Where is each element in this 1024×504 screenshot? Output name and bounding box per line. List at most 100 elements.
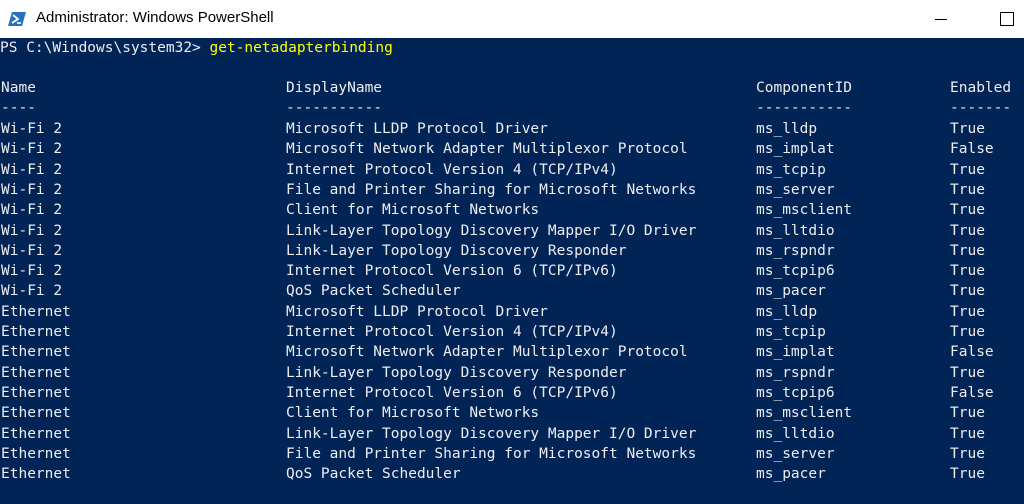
prompt-line: PS C:\Windows\system32> get-netadapterbi… <box>0 38 393 58</box>
cell-name: Ethernet <box>1 344 71 361</box>
table-row: Ethernet Internet Protocol Version 4 (TCP… <box>0 322 1024 342</box>
cell-enabled: True <box>950 121 985 137</box>
cell-display-name: Link-Layer Topology Discovery Responder <box>286 242 627 259</box>
cell-enabled: False <box>950 384 994 401</box>
powershell-icon <box>8 12 26 26</box>
cell-component-id: ms_rspndr <box>756 364 835 381</box>
cell-component-id: ms_implat <box>756 344 835 361</box>
header-row: Name DisplayName ComponentID Enabled <box>0 78 1024 98</box>
cell-display-name: Internet Protocol Version 6 (TCP/IPv6) <box>286 263 618 280</box>
command: get-netadapterbinding <box>209 40 393 56</box>
minimize-icon <box>935 19 947 20</box>
window-title: Administrator: Windows PowerShell <box>36 9 274 26</box>
table-row: Wi-Fi 2 Microsoft LLDP Protocol Driver ms_… <box>0 119 1024 139</box>
cell-display-name: QoS Packet Scheduler <box>286 466 461 483</box>
cell-component-id: ms_lltdio <box>756 425 835 442</box>
cell-name: Wi-Fi 2 <box>1 121 63 137</box>
cell-enabled: True <box>950 283 985 300</box>
header-enabled: Enabled <box>950 80 1012 96</box>
header-component-id: ComponentID <box>756 80 853 96</box>
cell-display-name: Link-Layer Topology Discovery Mapper I/O… <box>286 222 697 239</box>
maximize-button[interactable] <box>984 0 1024 38</box>
prompt: PS C:\Windows\system32> <box>0 40 210 56</box>
cell-component-id: ms_lldp <box>756 303 818 320</box>
cell-enabled: True <box>950 466 985 483</box>
table-row: Ethernet File and Printer Sharing for Mic… <box>0 444 1024 464</box>
table-row: Wi-Fi 2 QoS Packet Scheduler ms_pacer True <box>0 281 1024 301</box>
table-row: Ethernet QoS Packet Scheduler ms_pacer True <box>0 464 1024 484</box>
cell-component-id: ms_implat <box>756 141 835 158</box>
cell-display-name: Internet Protocol Version 4 (TCP/IPv4) <box>286 161 618 178</box>
underline-name: ---- <box>1 100 36 116</box>
cell-enabled: True <box>950 263 985 280</box>
table-row: Ethernet Client for Microsoft Networks ms_… <box>0 403 1024 423</box>
cell-name: Wi-Fi 2 <box>1 141 63 158</box>
cell-display-name: Microsoft Network Adapter Multiplexor Pr… <box>286 344 688 361</box>
table-row: Wi-Fi 2 Link-Layer Topology Discovery Res… <box>0 241 1024 261</box>
minimize-button[interactable] <box>918 0 964 38</box>
table-row: Wi-Fi 2 Microsoft Network Adapter Multipl… <box>0 139 1024 159</box>
cell-enabled: False <box>950 344 994 361</box>
cell-name: Ethernet <box>1 384 71 401</box>
cell-component-id: ms_pacer <box>756 466 826 483</box>
table-row: Ethernet Internet Protocol Version 6 (TCP… <box>0 383 1024 403</box>
table-row: Ethernet Link-Layer Topology Discovery Re… <box>0 363 1024 383</box>
cell-display-name: Internet Protocol Version 6 (TCP/IPv6) <box>286 384 618 401</box>
table-row: Wi-Fi 2 File and Printer Sharing for Micr… <box>0 180 1024 200</box>
cell-name: Wi-Fi 2 <box>1 181 63 198</box>
cell-component-id: ms_msclient <box>756 405 853 422</box>
cell-component-id: ms_rspndr <box>756 242 835 259</box>
cell-component-id: ms_lltdio <box>756 222 835 239</box>
cell-enabled: True <box>950 364 985 381</box>
cell-component-id: ms_tcpip6 <box>756 384 835 401</box>
cell-name: Ethernet <box>1 466 71 483</box>
cell-display-name: File and Printer Sharing for Microsoft N… <box>286 445 697 462</box>
cell-display-name: Link-Layer Topology Discovery Responder <box>286 364 627 381</box>
powershell-window: Administrator: Windows PowerShell PS C:\… <box>0 0 1024 504</box>
header-underline-row: ---- ----------- ----------- ------- <box>0 98 1024 118</box>
underline-enabled: ------- <box>950 100 1012 116</box>
table-row: Ethernet Microsoft LLDP Protocol Driver ms… <box>0 302 1024 322</box>
cell-enabled: True <box>950 445 985 462</box>
cell-name: Wi-Fi 2 <box>1 242 63 259</box>
cell-component-id: ms_server <box>756 445 835 462</box>
cell-display-name: Client for Microsoft Networks <box>286 202 540 219</box>
cell-name: Wi-Fi 2 <box>1 283 63 300</box>
header-name: Name <box>1 80 36 96</box>
table-row: Wi-Fi 2 Link-Layer Topology Discovery Map… <box>0 221 1024 241</box>
cell-enabled: True <box>950 324 985 340</box>
cell-display-name: Client for Microsoft Networks <box>286 405 540 422</box>
cell-name: Ethernet <box>1 425 71 442</box>
cell-enabled: True <box>950 202 985 219</box>
table-row: Wi-Fi 2 Client for Microsoft Networks ms_m… <box>0 200 1024 220</box>
cell-display-name: Microsoft Network Adapter Multiplexor Pr… <box>286 141 688 158</box>
cell-enabled: True <box>950 222 985 239</box>
cell-name: Wi-Fi 2 <box>1 263 63 280</box>
cell-component-id: ms_tcpip6 <box>756 263 835 280</box>
cell-name: Ethernet <box>1 324 71 340</box>
cell-name: Wi-Fi 2 <box>1 202 63 219</box>
cell-name: Ethernet <box>1 445 71 462</box>
table-row: Wi-Fi 2 Internet Protocol Version 4 (TCP/… <box>0 160 1024 180</box>
header-display-name: DisplayName <box>286 80 383 96</box>
table-row: Ethernet Microsoft Network Adapter Multip… <box>0 342 1024 362</box>
cell-enabled: True <box>950 405 985 422</box>
console-output[interactable]: PS C:\Windows\system32> get-netadapterbi… <box>0 38 1024 504</box>
cell-name: Ethernet <box>1 364 71 381</box>
cell-enabled: False <box>950 141 994 158</box>
cell-enabled: True <box>950 303 985 320</box>
underline-component-id: ----------- <box>756 100 853 116</box>
table-row: Wi-Fi 2 Internet Protocol Version 6 (TCP/… <box>0 261 1024 281</box>
cell-component-id: ms_pacer <box>756 283 826 300</box>
cell-name: Wi-Fi 2 <box>1 222 63 239</box>
cell-display-name: Microsoft LLDP Protocol Driver <box>286 121 548 137</box>
cell-component-id: ms_server <box>756 181 835 198</box>
title-bar[interactable]: Administrator: Windows PowerShell <box>0 0 1024 38</box>
cell-component-id: ms_msclient <box>756 202 853 219</box>
maximize-icon <box>1000 12 1014 26</box>
cell-display-name: Link-Layer Topology Discovery Mapper I/O… <box>286 425 697 442</box>
cell-name: Ethernet <box>1 303 71 320</box>
cell-enabled: True <box>950 425 985 442</box>
cell-enabled: True <box>950 242 985 259</box>
cell-name: Ethernet <box>1 405 71 422</box>
